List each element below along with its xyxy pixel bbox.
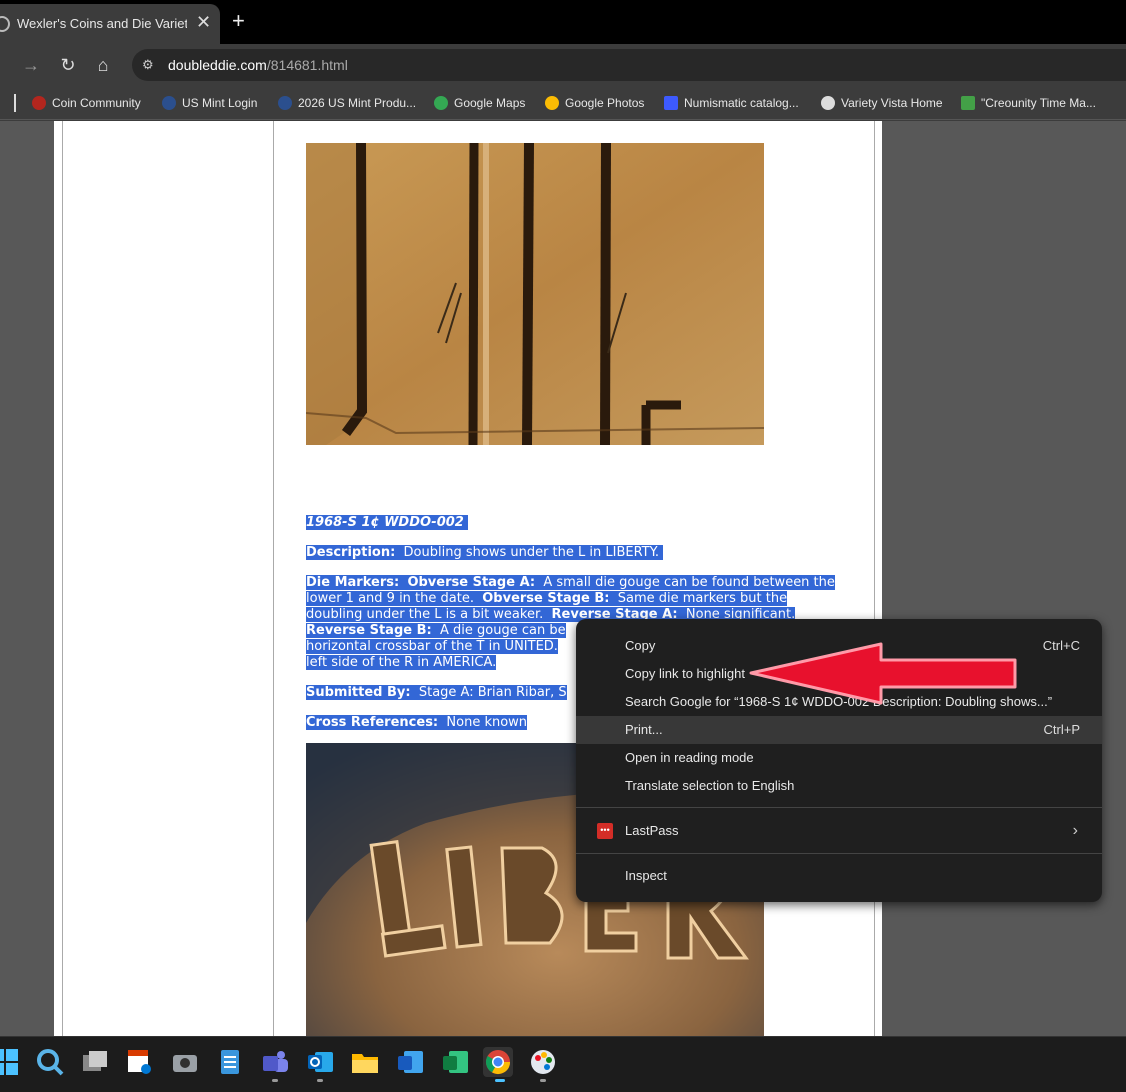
- us-mint-icon: [162, 96, 176, 110]
- globe-icon: [821, 96, 835, 110]
- url-text[interactable]: doubleddie.com/814681.html: [168, 57, 348, 73]
- chrome-icon[interactable]: [483, 1047, 513, 1077]
- bookmark-coin-community[interactable]: Coin Community: [32, 94, 141, 112]
- address-bar[interactable]: ⚙ doubleddie.com/814681.html: [132, 49, 1126, 81]
- us-mint-icon: [278, 96, 292, 110]
- google-maps-icon: [434, 96, 448, 110]
- snipping-tool-icon[interactable]: [125, 1047, 155, 1077]
- active-indicator: [495, 1079, 505, 1082]
- bookmark-google-maps[interactable]: Google Maps: [434, 94, 525, 112]
- new-tab-button[interactable]: +: [232, 10, 245, 32]
- coin-closeup-image: [306, 143, 764, 445]
- bookmark-us-mint-login[interactable]: US Mint Login: [162, 94, 257, 112]
- tab-title: Wexler's Coins and Die Varieties: [17, 16, 187, 31]
- word-icon[interactable]: [395, 1047, 425, 1077]
- camera-icon[interactable]: [170, 1047, 200, 1077]
- column-border: [273, 121, 274, 1036]
- notepad-icon[interactable]: [215, 1047, 245, 1077]
- home-icon[interactable]: ⌂: [92, 54, 114, 76]
- coin-community-icon: [32, 96, 46, 110]
- numista-icon: [664, 96, 678, 110]
- running-indicator: [272, 1079, 278, 1082]
- menu-item-inspect[interactable]: Inspect: [576, 862, 1102, 890]
- annotation-arrow: [749, 642, 1017, 705]
- bookmark-us-mint-products[interactable]: 2026 US Mint Produ...: [278, 94, 416, 112]
- paint-icon[interactable]: [528, 1047, 558, 1077]
- menu-separator: [576, 853, 1102, 854]
- bookmark-numismatic-catalog[interactable]: Numismatic catalog...: [664, 94, 799, 112]
- google-photos-icon: [545, 96, 559, 110]
- globe-icon: [0, 16, 10, 32]
- bookmark-creounity[interactable]: "Creounity Time Ma...: [961, 94, 1096, 112]
- outlook-icon[interactable]: [305, 1047, 335, 1077]
- excel-icon[interactable]: [440, 1047, 470, 1077]
- teams-icon[interactable]: [260, 1047, 290, 1077]
- task-view-icon[interactable]: [80, 1047, 110, 1077]
- lastpass-icon: •••: [597, 823, 613, 839]
- menu-item-reading-mode[interactable]: Open in reading mode: [576, 744, 1102, 772]
- reload-icon[interactable]: ↻: [57, 54, 79, 76]
- variety-heading: 1968-S 1¢ WDDO-002: [306, 515, 464, 530]
- forward-icon[interactable]: →: [20, 54, 42, 76]
- clock-icon: [961, 96, 975, 110]
- running-indicator: [317, 1079, 323, 1082]
- bookmarks-separator: [14, 94, 16, 112]
- bookmark-google-photos[interactable]: Google Photos: [545, 94, 644, 112]
- file-explorer-icon[interactable]: [350, 1047, 380, 1077]
- search-icon[interactable]: [35, 1047, 65, 1077]
- menu-item-translate[interactable]: Translate selection to English: [576, 772, 1102, 800]
- column-border: [62, 121, 63, 1036]
- menu-separator: [576, 807, 1102, 808]
- active-tab[interactable]: Wexler's Coins and Die Varieties ✕: [0, 4, 220, 44]
- taskbar: [0, 1036, 1126, 1092]
- close-tab-icon[interactable]: ✕: [196, 13, 211, 31]
- windows-start-icon[interactable]: [0, 1047, 20, 1077]
- tab-strip: Wexler's Coins and Die Varieties ✕ +: [0, 0, 1126, 44]
- menu-item-lastpass[interactable]: ••• LastPass ›: [576, 817, 1102, 845]
- bookmarks-bar: Coin Community US Mint Login 2026 US Min…: [0, 86, 1126, 120]
- chevron-right-icon: ›: [1072, 822, 1078, 839]
- browser-toolbar: → ↻ ⌂ ⚙ doubleddie.com/814681.html: [0, 44, 1126, 86]
- menu-item-print[interactable]: Print... Ctrl+P: [576, 716, 1102, 744]
- site-info-icon[interactable]: ⚙: [142, 57, 158, 73]
- running-indicator: [540, 1079, 546, 1082]
- bookmark-variety-vista[interactable]: Variety Vista Home: [821, 94, 943, 112]
- screen: Wexler's Coins and Die Varieties ✕ + → ↻…: [0, 0, 1126, 1092]
